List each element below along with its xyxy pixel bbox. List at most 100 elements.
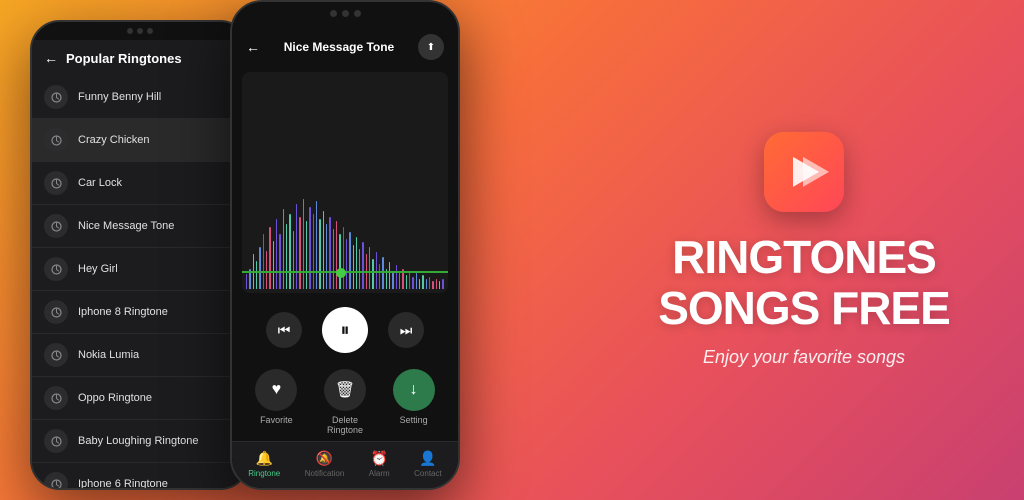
waveform-bar <box>319 219 320 289</box>
app-icon <box>764 132 844 212</box>
ringtone-item[interactable]: Nokia Lumia <box>32 334 248 377</box>
ringtone-name: Iphone 6 Ringtone <box>78 478 168 488</box>
favorite-label: Favorite <box>260 415 293 425</box>
ringtone-item[interactable]: Baby Loughing Ringtone <box>32 420 248 463</box>
nav-label: Contact <box>414 469 442 478</box>
player-title: Nice Message Tone <box>284 40 394 54</box>
waveform-bar <box>346 239 347 289</box>
waveform-bar <box>343 227 344 289</box>
ringtone-item-icon <box>44 386 68 410</box>
app-icon-wrapper <box>624 132 984 212</box>
player-screen: ← Nice Message Tone ⬆ ⏮ ⏸ ⏭ ♥ Favorite 🗑… <box>232 24 458 488</box>
waveform-bar <box>276 219 277 289</box>
waveform-bar <box>429 277 430 289</box>
back-icon-left[interactable]: ← <box>44 50 58 66</box>
bell-icon <box>50 392 63 405</box>
ringtone-item-icon <box>44 128 68 152</box>
waveform-bar <box>409 271 410 289</box>
ringtone-list-header: ← Popular Ringtones <box>32 40 248 76</box>
ringtone-item[interactable]: Funny Benny Hill <box>32 76 248 119</box>
notch-bar-left <box>32 22 248 40</box>
ringtone-item-icon <box>44 472 68 488</box>
ringtone-list: Funny Benny Hill Crazy Chicken Car Lock … <box>32 76 248 488</box>
waveform-bar <box>309 207 310 289</box>
waveform-bar <box>293 231 294 289</box>
bell-icon <box>50 263 63 276</box>
left-screen: ← Popular Ringtones Funny Benny Hill Cra… <box>32 40 248 488</box>
waveform-bar <box>266 251 267 289</box>
waveform-bar <box>442 279 443 289</box>
nav-item-alarm[interactable]: ⏰ Alarm <box>369 450 390 478</box>
main-headline: RINGTONES SONGS FREE <box>624 232 984 333</box>
ringtone-item[interactable]: Iphone 8 Ringtone <box>32 291 248 334</box>
title-line2: SONGS FREE <box>658 282 950 334</box>
waveform-bar <box>422 275 423 289</box>
ringtone-item[interactable]: Car Lock <box>32 162 248 205</box>
waveform-bar <box>396 265 397 289</box>
cam-r3 <box>354 10 361 17</box>
delete-action[interactable]: 🗑 DeleteRingtone <box>324 369 366 435</box>
waveform-bar <box>273 241 274 289</box>
ringtone-item-icon <box>44 300 68 324</box>
player-controls: ⏮ ⏸ ⏭ <box>232 299 458 361</box>
left-phone: ← Popular Ringtones Funny Benny Hill Cra… <box>30 20 250 490</box>
favorite-icon: ♥ <box>255 369 297 411</box>
waveform-bar <box>333 229 334 289</box>
waveform-bar <box>382 257 383 289</box>
waveform-bar <box>419 279 420 289</box>
nav-item-ringtone[interactable]: 🔔 Ringtone <box>248 450 280 478</box>
prev-button[interactable]: ⏮ <box>266 312 302 348</box>
ringtone-item-icon <box>44 429 68 453</box>
waveform-bar <box>412 277 413 289</box>
ringtone-item[interactable]: Crazy Chicken <box>32 119 248 162</box>
nav-icon: 🔔 <box>256 450 273 467</box>
waveform-bar <box>439 281 440 289</box>
nav-item-contact[interactable]: 👤 Contact <box>414 450 442 478</box>
ringtone-name: Oppo Ringtone <box>78 392 152 404</box>
share-button[interactable]: ⬆ <box>418 34 444 60</box>
waveform-bar <box>426 279 427 289</box>
waveform-bar <box>323 211 324 289</box>
waveform-bar <box>299 217 300 289</box>
waveform-bar <box>353 245 354 289</box>
favorite-action[interactable]: ♥ Favorite <box>255 369 297 435</box>
waveform-bar <box>359 249 360 289</box>
waveform-bar <box>283 209 284 289</box>
camera-dot2 <box>137 28 143 34</box>
nav-icon: ⏰ <box>371 450 388 467</box>
ringtone-item[interactable]: Oppo Ringtone <box>32 377 248 420</box>
waveform-bar <box>432 281 433 289</box>
next-button[interactable]: ⏭ <box>388 312 424 348</box>
bottom-nav: 🔔 Ringtone 🔕 Notification ⏰ Alarm 👤 Cont… <box>232 441 458 488</box>
nav-icon: 👤 <box>419 450 436 467</box>
play-pause-button[interactable]: ⏸ <box>322 307 368 353</box>
bell-icon <box>50 134 63 147</box>
nav-item-notification[interactable]: 🔕 Notification <box>305 450 345 478</box>
ringtone-item-icon <box>44 257 68 281</box>
ringtone-name: Crazy Chicken <box>78 134 150 146</box>
waveform-bar <box>399 273 400 289</box>
ringtone-item[interactable]: Hey Girl <box>32 248 248 291</box>
ringtone-name: Funny Benny Hill <box>78 91 161 103</box>
cam-r2 <box>342 10 349 17</box>
ringtone-name: Car Lock <box>78 177 122 189</box>
waveform-bar <box>369 247 370 289</box>
setting-action[interactable]: ↓ Setting <box>393 369 435 435</box>
waveform-bar <box>389 262 390 289</box>
waveform-bar <box>263 234 264 289</box>
back-icon-player[interactable]: ← <box>246 39 260 55</box>
waveform-display <box>242 72 448 293</box>
ringtone-item[interactable]: Nice Message Tone <box>32 205 248 248</box>
bell-icon <box>50 435 63 448</box>
waveform-bar <box>349 232 350 289</box>
waveform-bar <box>372 259 373 289</box>
delete-label: DeleteRingtone <box>327 415 363 435</box>
ringtone-item[interactable]: Iphone 6 Ringtone <box>32 463 248 488</box>
branding-section: RINGTONES SONGS FREE Enjoy your favorite… <box>624 132 984 368</box>
setting-label: Setting <box>400 415 428 425</box>
nav-label: Alarm <box>369 469 390 478</box>
waveform-bar <box>246 274 247 289</box>
waveform-bar <box>279 234 280 289</box>
waveform-bar <box>362 242 363 289</box>
waveform-bar <box>416 273 417 289</box>
